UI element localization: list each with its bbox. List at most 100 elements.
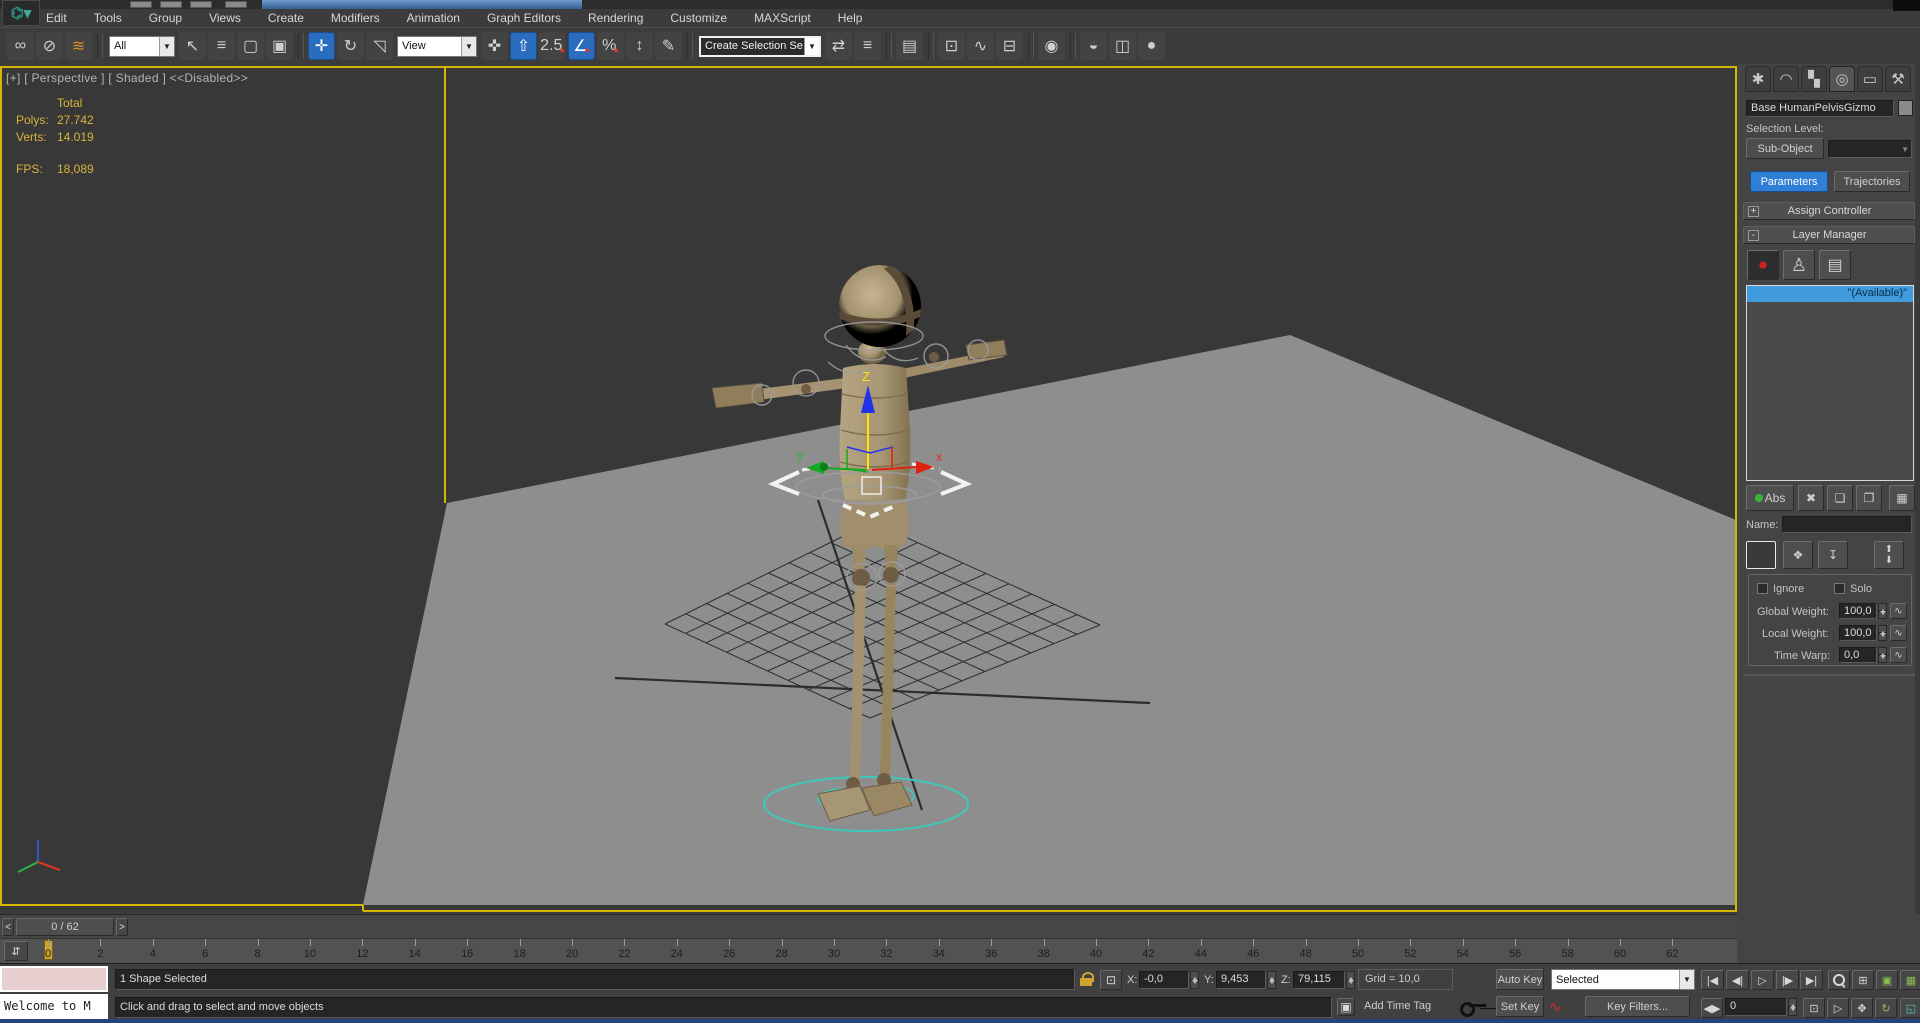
- solo-checkbox[interactable]: [1834, 583, 1845, 594]
- render-production-icon[interactable]: ●: [1138, 32, 1165, 60]
- spinner-snap-icon[interactable]: ↕: [626, 32, 653, 60]
- align-icon[interactable]: ≡: [854, 32, 881, 60]
- y-spinner[interactable]: [1267, 971, 1276, 989]
- key-filters-button[interactable]: Key Filters...: [1585, 996, 1690, 1017]
- time-warp-spinner[interactable]: [1878, 647, 1887, 663]
- quick-access-icon[interactable]: [225, 1, 247, 8]
- selection-filter-dropdown[interactable]: All ▼: [109, 35, 175, 57]
- menu-item-maxscript[interactable]: MAXScript: [754, 11, 811, 25]
- abs-mode-button[interactable]: Abs: [1746, 485, 1794, 511]
- auto-key-button[interactable]: Auto Key: [1496, 969, 1544, 990]
- time-slider-handle[interactable]: 0 / 62: [16, 918, 114, 936]
- absolute-offset-toggle-icon[interactable]: ⊡: [1100, 970, 1122, 990]
- frame-label-48[interactable]: 48: [1299, 948, 1311, 960]
- window-crossing-icon[interactable]: ▣: [266, 32, 293, 60]
- frame-label-28[interactable]: 28: [775, 948, 787, 960]
- global-weight-field[interactable]: 100,0: [1839, 603, 1877, 619]
- local-weight-spinner[interactable]: [1878, 625, 1887, 641]
- save-layer-icon[interactable]: ↧: [1818, 541, 1848, 569]
- mini-curve-editor-icon[interactable]: ⇵: [4, 941, 28, 961]
- application-logo-icon[interactable]: ⌬ ▾: [2, 0, 40, 26]
- menu-item-create[interactable]: Create: [268, 11, 304, 25]
- tab-motion-icon[interactable]: ◎: [1829, 66, 1855, 92]
- local-weight-curve-icon[interactable]: ∿: [1890, 625, 1907, 641]
- set-keys-icon[interactable]: [1460, 1000, 1486, 1017]
- key-filters-curve-icon[interactable]: ∿: [1549, 998, 1562, 1016]
- macro-recorder-pane[interactable]: [0, 966, 108, 992]
- frame-label-54[interactable]: 54: [1457, 948, 1469, 960]
- y-coordinate-field[interactable]: 9,453: [1216, 971, 1266, 989]
- zoom-region-icon[interactable]: ▷: [1827, 998, 1849, 1018]
- sub-object-dropdown[interactable]: ▼: [1828, 140, 1912, 158]
- frame-label-6[interactable]: 6: [202, 948, 208, 960]
- paste-layer-icon[interactable]: ❐: [1856, 485, 1882, 511]
- frame-label-20[interactable]: 20: [566, 948, 578, 960]
- frame-label-22[interactable]: 22: [618, 948, 630, 960]
- go-to-start-button[interactable]: |◀: [1701, 970, 1724, 990]
- x-coordinate-field[interactable]: -0,0: [1139, 971, 1189, 989]
- rendered-frame-window-icon[interactable]: ◫: [1109, 32, 1136, 60]
- zoom-all-icon[interactable]: ⊞: [1852, 970, 1874, 990]
- schematic-view-icon[interactable]: ⊟: [996, 32, 1023, 60]
- frame-label-14[interactable]: 14: [409, 948, 421, 960]
- frame-label-56[interactable]: 56: [1509, 948, 1521, 960]
- time-slider[interactable]: < 0 / 62 >: [0, 914, 1737, 938]
- add-time-tag[interactable]: Add Time Tag: [1358, 997, 1453, 1018]
- sub-object-button[interactable]: Sub-Object: [1746, 138, 1824, 159]
- time-step-forward-button[interactable]: >: [116, 918, 128, 936]
- frame-label-38[interactable]: 38: [1037, 948, 1049, 960]
- z-spinner[interactable]: [1346, 971, 1355, 989]
- maxscript-listener[interactable]: Welcome to M: [0, 994, 108, 1020]
- record-layer-button[interactable]: ●: [1747, 250, 1779, 280]
- zoom-extents-icon[interactable]: ▣: [1876, 970, 1898, 990]
- time-warp-field[interactable]: 0,0: [1839, 647, 1877, 663]
- layer-manager-icon[interactable]: ▤: [896, 32, 923, 60]
- select-and-rotate-icon[interactable]: ↻: [337, 32, 364, 60]
- frame-label-52[interactable]: 52: [1404, 948, 1416, 960]
- ignore-checkbox[interactable]: [1757, 583, 1768, 594]
- layer-list-item-selected[interactable]: "(Available)": [1747, 286, 1913, 302]
- tab-display-icon[interactable]: ▭: [1857, 66, 1883, 92]
- global-weight-curve-icon[interactable]: ∿: [1890, 603, 1907, 619]
- frame-label-42[interactable]: 42: [1142, 948, 1154, 960]
- selected-filter-dropdown[interactable]: Selected ▼: [1551, 969, 1695, 990]
- layer-list[interactable]: "(Available)": [1746, 285, 1914, 481]
- snap-keys-icon[interactable]: ▦: [1889, 485, 1915, 511]
- object-color-swatch[interactable]: [1898, 100, 1913, 116]
- collapse-layers-icon[interactable]: ❖: [1783, 541, 1813, 569]
- menu-item-customize[interactable]: Customize: [670, 11, 727, 25]
- quick-access-icon[interactable]: [190, 1, 212, 8]
- frame-label-10[interactable]: 10: [304, 948, 316, 960]
- percent-snap-icon[interactable]: % ●: [597, 32, 624, 60]
- select-and-move-icon[interactable]: ✛: [308, 32, 335, 60]
- orbit-icon[interactable]: ↻: [1875, 998, 1897, 1018]
- selection-lock-icon[interactable]: [1080, 972, 1094, 986]
- delete-layer-icon[interactable]: ✖: [1798, 485, 1824, 511]
- frame-label-44[interactable]: 44: [1195, 948, 1207, 960]
- menu-item-modifiers[interactable]: Modifiers: [331, 11, 380, 25]
- time-configuration-icon[interactable]: ⊡: [1803, 998, 1825, 1018]
- frame-label-60[interactable]: 60: [1614, 948, 1626, 960]
- global-weight-spinner[interactable]: [1878, 603, 1887, 619]
- frame-label-8[interactable]: 8: [255, 948, 261, 960]
- select-and-scale-icon[interactable]: ◹: [366, 32, 393, 60]
- quick-access-icon[interactable]: [130, 1, 152, 8]
- snaps-toggle-icon[interactable]: 2.5 ●: [539, 32, 566, 60]
- frame-label-32[interactable]: 32: [880, 948, 892, 960]
- panel-scrollbar[interactable]: [1915, 64, 1920, 963]
- play-button[interactable]: ▷: [1751, 970, 1774, 990]
- trajectories-tab[interactable]: Trajectories: [1834, 171, 1910, 192]
- viewport-label[interactable]: [+] [ Perspective ] [ Shaded ] <<Disable…: [6, 71, 248, 85]
- select-object-icon[interactable]: ↖: [179, 32, 206, 60]
- key-mode-toggle-icon[interactable]: ◀▶: [1701, 998, 1723, 1018]
- zoom-icon[interactable]: [1828, 970, 1850, 990]
- x-spinner[interactable]: [1190, 971, 1199, 989]
- z-coordinate-field[interactable]: 79,115: [1293, 971, 1345, 989]
- biped-layers-button[interactable]: ♙: [1783, 250, 1815, 280]
- frame-label-58[interactable]: 58: [1561, 948, 1573, 960]
- frame-label-24[interactable]: 24: [671, 948, 683, 960]
- frame-label-2[interactable]: 2: [97, 948, 103, 960]
- quick-access-icon[interactable]: [160, 1, 182, 8]
- menu-item-rendering[interactable]: Rendering: [588, 11, 643, 25]
- frame-label-50[interactable]: 50: [1352, 948, 1364, 960]
